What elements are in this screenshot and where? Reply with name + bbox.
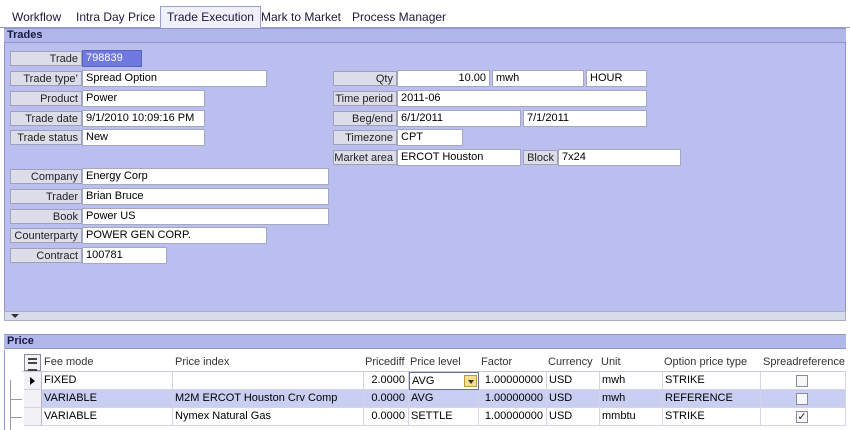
timezone-label: Timezone — [333, 130, 397, 145]
time-period-field[interactable]: 2011-06 — [397, 90, 647, 107]
table-row[interactable]: FIXED 2.0000 AVG 1.00000000 USD mwh STRI… — [24, 372, 846, 390]
cell-spread-reference — [761, 390, 846, 408]
cell-price-index[interactable] — [173, 372, 364, 390]
cell-option-price-type[interactable]: REFERENCE — [663, 390, 761, 408]
block-field[interactable]: 7x24 — [558, 149, 681, 166]
trader-field[interactable]: Brian Bruce — [82, 188, 329, 205]
cell-fee-mode[interactable]: VARIABLE — [42, 408, 173, 426]
trade-status-label: Trade status — [10, 130, 82, 145]
beg-end-label: Beg/end — [333, 111, 397, 126]
qty-label: Qty — [333, 71, 397, 86]
cell-pricediff[interactable]: 0.0000 — [364, 390, 409, 408]
qty-unit-field[interactable]: mwh — [492, 70, 584, 87]
spread-reference-checkbox[interactable]: ✓ — [796, 411, 808, 423]
cell-price-index[interactable]: M2M ERCOT Houston Crv Comp — [173, 390, 364, 408]
price-grid-header: Fee mode Price index Pricediff Price lev… — [22, 354, 846, 372]
begin-date-field[interactable]: 6/1/2011 — [397, 110, 521, 127]
dropdown-arrow-icon[interactable] — [464, 375, 477, 387]
price-level-dropdown[interactable]: AVG — [409, 372, 479, 390]
trade-date-field[interactable]: 9/1/2010 10:09:16 PM — [82, 110, 205, 127]
column-header-price-index[interactable]: Price index — [173, 354, 362, 371]
tab-workflow[interactable]: Workflow — [6, 7, 67, 28]
column-header-fee-mode[interactable]: Fee mode — [42, 354, 172, 371]
current-row-indicator-icon[interactable] — [24, 372, 42, 390]
cell-unit[interactable]: mwh — [600, 390, 663, 408]
company-label: Company — [10, 169, 82, 184]
market-area-field[interactable]: ERCOT Houston — [397, 149, 521, 166]
column-header-factor[interactable]: Factor — [479, 354, 546, 371]
company-field[interactable]: Energy Corp — [82, 168, 329, 185]
cell-price-level[interactable]: AVG — [409, 390, 479, 408]
cell-unit[interactable]: mwh — [600, 372, 663, 390]
cell-price-level[interactable]: SETTLE — [409, 408, 479, 426]
tab-bar: Workflow Intra Day Price Trade Execution… — [0, 0, 850, 28]
row-selector[interactable] — [24, 408, 42, 426]
contract-label: Contract — [10, 248, 82, 263]
book-label: Book — [10, 209, 82, 224]
cell-fee-mode[interactable]: FIXED — [42, 372, 173, 390]
cell-price-level: AVG — [412, 375, 435, 387]
qty-period-field[interactable]: HOUR — [586, 70, 647, 87]
cell-price-index[interactable]: Nymex Natural Gas — [173, 408, 364, 426]
column-chooser-icon[interactable] — [24, 354, 41, 371]
trades-panel: Trade 798839 Trade type’ Spread Option P… — [4, 43, 846, 311]
cell-currency[interactable]: USD — [547, 372, 600, 390]
trades-panel-title: Trades — [4, 28, 846, 43]
trade-date-label: Trade date — [10, 111, 82, 126]
market-area-label: Market area — [333, 150, 397, 165]
collapse-arrow-icon[interactable] — [11, 314, 19, 318]
spread-reference-checkbox[interactable] — [796, 393, 808, 405]
trader-label: Trader — [10, 189, 82, 204]
row-tree-tick — [10, 417, 22, 418]
column-header-pricediff[interactable]: Pricediff — [363, 354, 408, 371]
row-tree-tick — [10, 399, 22, 400]
column-header-option-price-type[interactable]: Option price type — [662, 354, 760, 371]
table-row[interactable]: VARIABLE Nymex Natural Gas 0.0000 SETTLE… — [24, 408, 846, 426]
time-period-label: Time period — [333, 91, 397, 106]
cell-spread-reference — [761, 372, 846, 390]
cell-factor[interactable]: 1.00000000 — [479, 390, 547, 408]
tab-intra-day-price[interactable]: Intra Day Price — [70, 7, 161, 28]
panel-splitter[interactable] — [4, 311, 846, 321]
table-row[interactable]: VARIABLE M2M ERCOT Houston Crv Comp 0.00… — [24, 390, 846, 408]
timezone-field[interactable]: CPT — [397, 129, 463, 146]
end-date-field[interactable]: 7/1/2011 — [523, 110, 647, 127]
column-header-price-level[interactable]: Price level — [408, 354, 478, 371]
contract-field[interactable]: 100781 — [82, 247, 167, 264]
trade-id-field[interactable]: 798839 — [82, 50, 142, 67]
cell-fee-mode[interactable]: VARIABLE — [42, 390, 173, 408]
cell-option-price-type[interactable]: STRIKE — [663, 372, 761, 390]
column-header-unit[interactable]: Unit — [599, 354, 661, 371]
product-field[interactable]: Power — [82, 90, 205, 107]
qty-field[interactable]: 10.00 — [397, 70, 490, 87]
cell-currency[interactable]: USD — [547, 390, 600, 408]
cell-pricediff[interactable]: 2.0000 — [364, 372, 409, 390]
cell-option-price-type[interactable]: STRIKE — [663, 408, 761, 426]
cell-factor[interactable]: 1.00000000 — [479, 372, 547, 390]
block-label: Block — [523, 150, 558, 165]
cell-spread-reference: ✓ — [761, 408, 846, 426]
cell-pricediff[interactable]: 0.0000 — [364, 408, 409, 426]
tab-trade-execution[interactable]: Trade Execution — [160, 6, 261, 28]
column-header-spread-reference[interactable]: Spreadreference — [761, 354, 846, 371]
row-tree-lines — [10, 380, 24, 430]
row-selector[interactable] — [24, 390, 42, 408]
cell-unit[interactable]: mmbtu — [600, 408, 663, 426]
trade-label: Trade — [10, 51, 82, 66]
book-field[interactable]: Power US — [82, 208, 329, 225]
price-panel-title: Price — [4, 334, 846, 349]
trade-status-field[interactable]: New — [82, 129, 205, 146]
cell-currency[interactable]: USD — [547, 408, 600, 426]
column-header-currency[interactable]: Currency — [546, 354, 599, 371]
spread-reference-checkbox[interactable] — [796, 375, 808, 387]
product-label: Product — [10, 91, 82, 106]
counterparty-label: Counterparty — [10, 228, 82, 243]
trade-type-label: Trade type’ — [10, 71, 82, 86]
tab-mark-to-market[interactable]: Mark to Market — [255, 7, 347, 28]
tab-process-manager[interactable]: Process Manager — [346, 7, 452, 28]
counterparty-field[interactable]: POWER GEN CORP. — [82, 227, 267, 244]
cell-factor[interactable]: 1.00000000 — [479, 408, 547, 426]
trade-type-field[interactable]: Spread Option — [82, 70, 267, 87]
